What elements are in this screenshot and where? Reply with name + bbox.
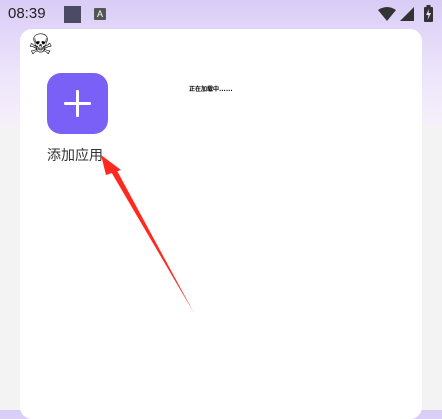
annotation-arrow (101, 155, 194, 313)
